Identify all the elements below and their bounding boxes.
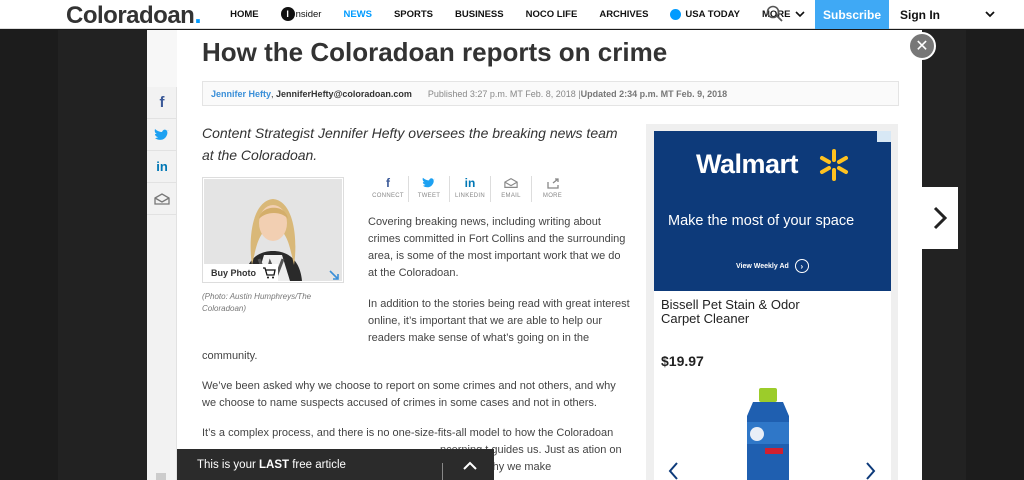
share-connect-label: CONNECT — [372, 193, 404, 199]
paragraph-4: It’s a complex process, and there is no … — [202, 427, 614, 439]
next-article-button[interactable] — [922, 187, 958, 249]
linkedin-icon: in — [156, 159, 168, 174]
paywall-banner[interactable]: This is your LAST free article — [177, 449, 494, 480]
chevron-up-icon[interactable] — [462, 459, 478, 471]
email-icon — [504, 177, 518, 188]
paywall-last: LAST — [259, 458, 290, 471]
walmart-spark-icon — [820, 149, 848, 181]
buy-photo-button[interactable]: Buy Photo — [204, 264, 278, 282]
email-share-button[interactable] — [147, 183, 177, 215]
insider-label: nsider — [295, 8, 322, 20]
product-name: Bissell Pet Stain & Odor Carpet Cleaner — [661, 297, 800, 326]
product-image — [747, 388, 789, 480]
facebook-icon: f — [386, 176, 390, 190]
updated-time: Updated 2:34 p.m. MT Feb. 9, 2018 — [580, 88, 728, 99]
share-connect-button[interactable]: f CONNECT — [368, 176, 409, 202]
product-price: $19.97 — [661, 353, 704, 369]
usa-today-icon — [670, 8, 682, 20]
author-link[interactable]: Jennifer Hefty — [211, 89, 271, 99]
sign-in-button[interactable]: Sign In — [900, 0, 940, 29]
search-icon[interactable] — [765, 4, 785, 24]
twitter-icon — [154, 128, 169, 140]
linkedin-icon: in — [464, 176, 476, 190]
share-linkedin-label: LINKEDIN — [454, 193, 486, 199]
article-headline: How the Coloradoan reports on crime — [202, 37, 668, 67]
cart-icon — [263, 267, 276, 279]
view-weekly-ad-link[interactable]: View Weekly Ad › — [736, 259, 809, 273]
paywall-suffix: free article — [289, 458, 346, 471]
right-backdrop — [922, 30, 966, 480]
usa-today-label: USA TODAY — [685, 8, 740, 20]
nav-usa-today[interactable]: USA TODAY — [659, 0, 751, 29]
share-tweet-button[interactable]: TWEET — [409, 176, 450, 202]
author-email[interactable]: JenniferHefty@coloradoan.com — [276, 89, 412, 99]
document-icon — [156, 473, 166, 480]
walmart-tagline: Make the most of your space — [668, 213, 855, 229]
article-deck: Content Strategist Jennifer Hefty overse… — [202, 125, 618, 163]
logo-dot: . — [194, 0, 202, 29]
nav-insider[interactable]: i nsider — [270, 0, 333, 29]
nav-business[interactable]: BUSINESS — [444, 0, 515, 29]
top-nav: Coloradoan. HOME i nsider NEWS SPORTS BU… — [0, 0, 1024, 29]
site-logo[interactable]: Coloradoan. — [66, 0, 202, 30]
share-row: f CONNECT TWEET in LINKEDIN EMAIL MORE — [368, 176, 573, 202]
facebook-icon: f — [159, 94, 165, 111]
carousel-next-icon[interactable] — [865, 461, 877, 480]
photo-caption: (Photo: Austin Humphreys/The Coloradoan) — [202, 292, 312, 313]
chevron-down-icon — [795, 11, 806, 18]
facebook-share-button[interactable]: f — [147, 87, 177, 119]
adchoices-icon[interactable] — [877, 131, 891, 142]
close-button[interactable]: ✕ — [908, 32, 936, 60]
social-rail: f in — [147, 87, 177, 480]
published-time: Published 3:27 p.m. MT Feb. 8, 2018 | — [427, 88, 581, 99]
linkedin-share-button[interactable]: in — [147, 151, 177, 183]
share-more-label: MORE — [542, 193, 563, 199]
walmart-ad-banner[interactable]: Walmart Make the most of your space View… — [654, 131, 891, 291]
left-backdrop — [58, 30, 147, 480]
buy-photo-label: Buy Photo — [211, 268, 256, 278]
view-weekly-ad-label: View Weekly Ad — [736, 262, 789, 270]
carousel-prev-icon[interactable] — [667, 461, 679, 480]
email-icon — [154, 192, 170, 205]
nav-sports[interactable]: SPORTS — [383, 0, 444, 29]
nav-links: HOME i nsider NEWS SPORTS BUSINESS NOCO … — [219, 0, 816, 29]
paywall-text: This is your LAST free article — [197, 459, 346, 471]
share-email-button[interactable]: EMAIL — [491, 176, 532, 202]
share-more-icon — [546, 178, 559, 189]
arrow-right-icon: › — [794, 259, 809, 273]
paywall-divider — [442, 463, 443, 480]
walmart-logo: Walmart — [696, 149, 799, 179]
insider-icon: i — [280, 7, 295, 21]
nav-news[interactable]: NEWS — [332, 0, 383, 29]
paywall-prefix: This is your — [197, 458, 259, 471]
subscribe-button[interactable]: Subscribe — [815, 0, 889, 29]
share-more-button[interactable]: MORE — [532, 176, 573, 202]
paragraph-2: In addition to the stories being read wi… — [368, 298, 630, 344]
share-email-label: EMAIL — [501, 193, 521, 199]
paragraph-1: Covering breaking news, including writin… — [368, 216, 626, 279]
chevron-right-icon — [933, 206, 948, 230]
nav-noco-life[interactable]: NOCO LIFE — [515, 0, 589, 29]
share-linkedin-button[interactable]: in LINKEDIN — [450, 176, 491, 202]
nav-home[interactable]: HOME — [219, 0, 270, 29]
twitter-icon — [422, 177, 436, 188]
chevron-down-icon[interactable] — [984, 8, 996, 20]
nav-archives[interactable]: ARCHIVES — [588, 0, 659, 29]
expand-icon[interactable] — [328, 269, 340, 281]
share-tweet-label: TWEET — [417, 193, 441, 199]
twitter-share-button[interactable] — [147, 119, 177, 151]
paragraph-2-continued: community. — [202, 350, 258, 362]
paragraph-3: We’ve been asked why we choose to report… — [202, 380, 616, 409]
logo-text: Coloradoan — [66, 1, 195, 29]
byline: Jennifer Hefty, JenniferHefty@coloradoan… — [202, 81, 899, 106]
